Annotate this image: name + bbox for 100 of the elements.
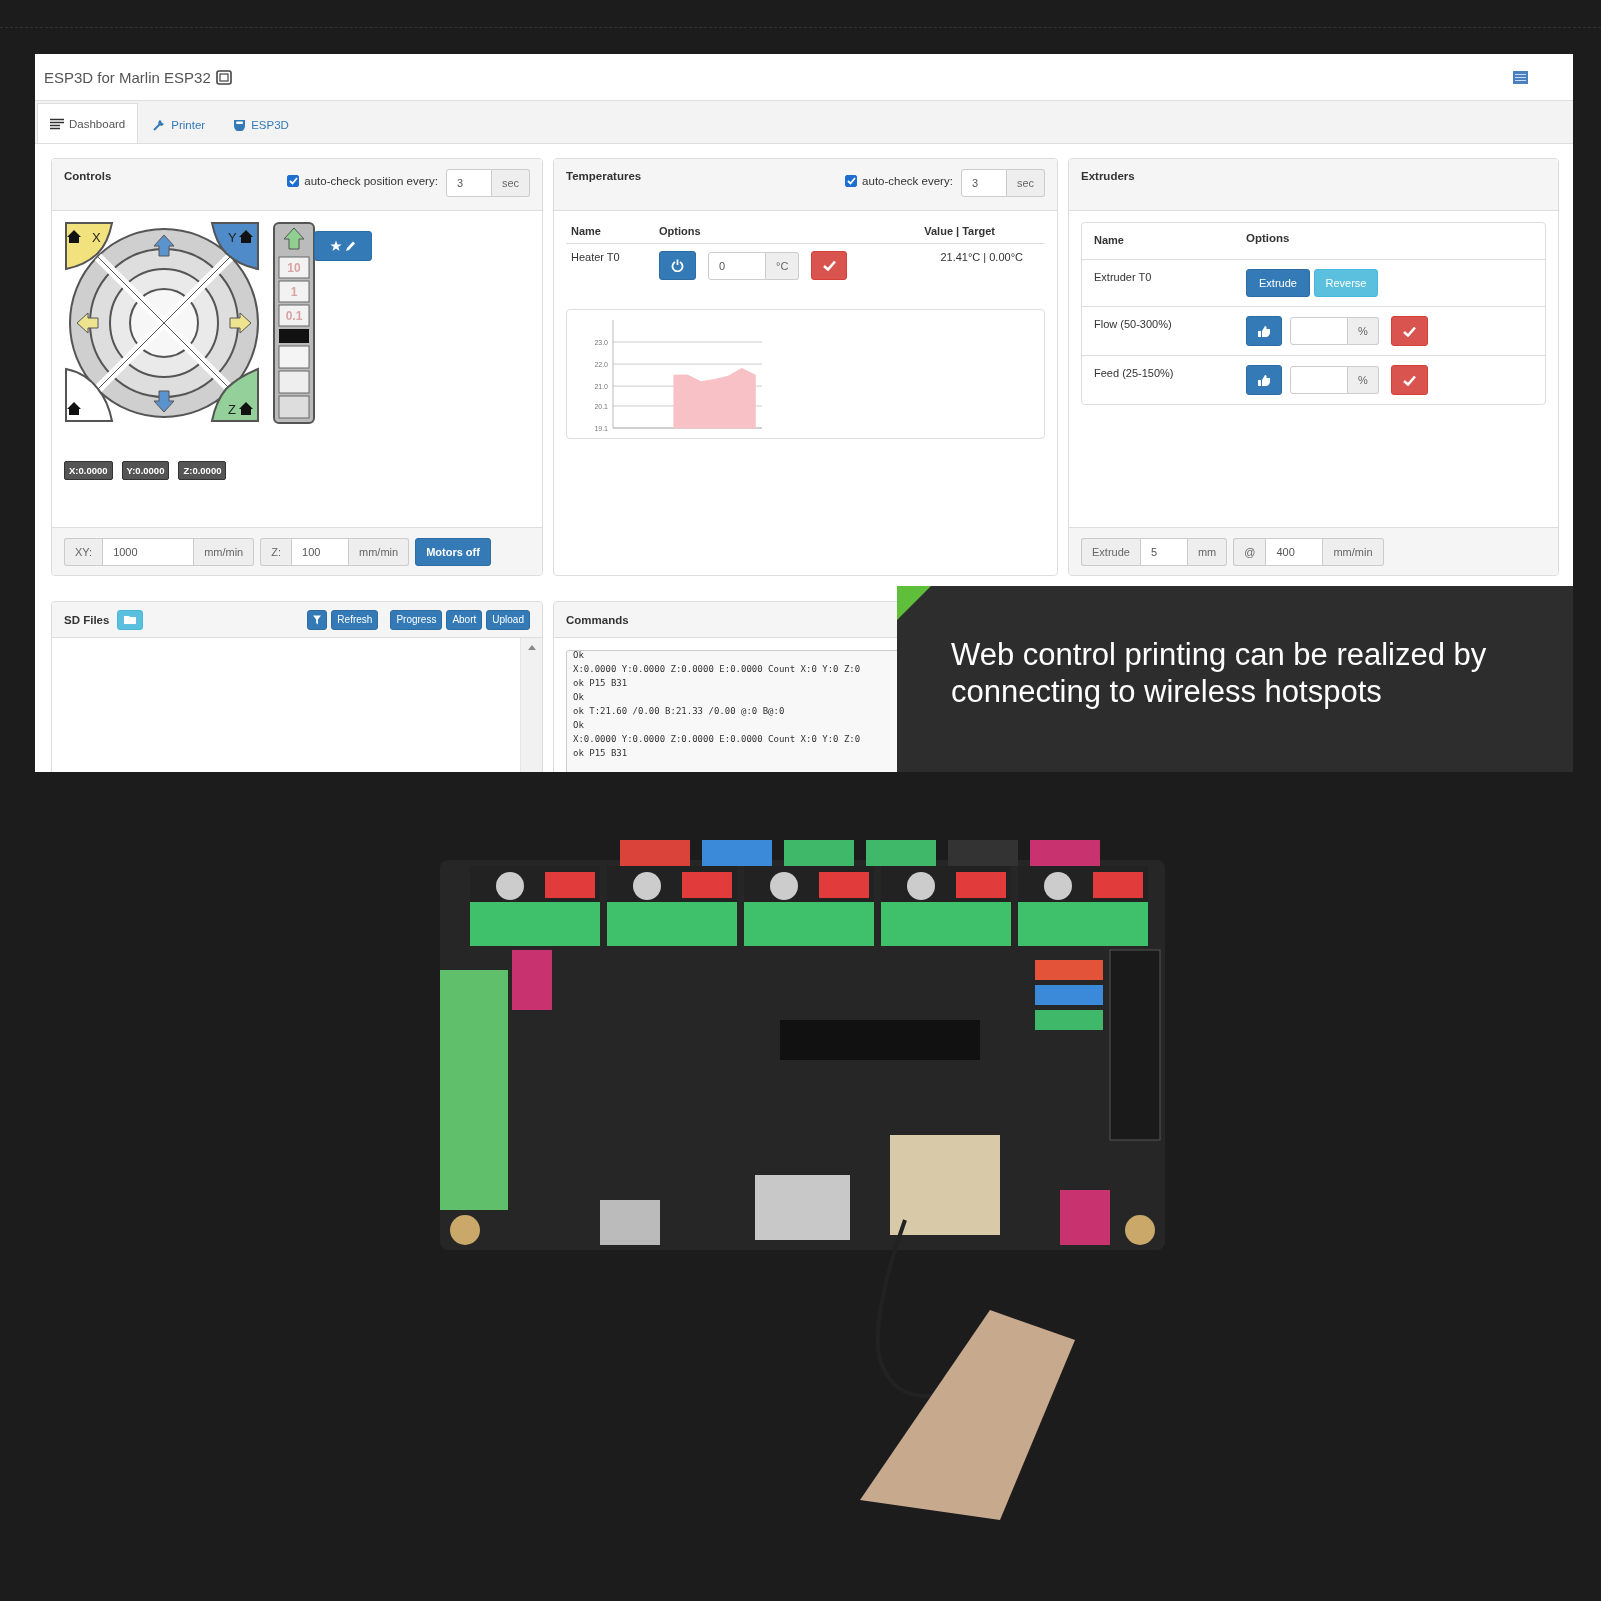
unit-label: mm bbox=[1187, 537, 1228, 566]
checkbox-label: auto-check position every: bbox=[304, 175, 438, 187]
axis-label: Z: bbox=[260, 537, 291, 566]
column-header: Options bbox=[654, 225, 894, 244]
target-temperature-input[interactable]: 0 bbox=[708, 251, 766, 280]
star-icon bbox=[330, 240, 342, 252]
unit-label: sec bbox=[1006, 169, 1045, 197]
thumbs-up-icon bbox=[1257, 324, 1271, 338]
row-label: Flow (50-300%) bbox=[1094, 317, 1173, 332]
power-button[interactable] bbox=[659, 251, 696, 280]
z-step-button[interactable] bbox=[278, 345, 310, 369]
unit-label: mm/min bbox=[194, 537, 255, 566]
check-icon bbox=[1402, 374, 1416, 386]
arrow-icon[interactable] bbox=[76, 312, 99, 334]
panel-title: SD Files bbox=[64, 614, 110, 626]
sd-action-button[interactable]: Refresh bbox=[331, 609, 379, 630]
power-icon bbox=[671, 259, 684, 272]
home-button[interactable]: Y bbox=[211, 222, 259, 270]
scroll-up-icon[interactable] bbox=[527, 645, 536, 650]
caption-text: Web control printing can be realized by connecting to wireless hotspots bbox=[951, 636, 1488, 710]
sd-action-button[interactable]: Progress bbox=[390, 609, 443, 630]
apply-button[interactable] bbox=[1390, 365, 1428, 395]
feedrate-input[interactable]: 100 bbox=[291, 537, 349, 566]
position-label: Z:0.0000 bbox=[178, 461, 227, 480]
panel-title: Controls bbox=[64, 170, 112, 182]
filter-button[interactable] bbox=[307, 609, 328, 630]
position-label: Y:0.0000 bbox=[121, 461, 170, 480]
tab[interactable]: Printer bbox=[140, 105, 219, 143]
row-label: Feed (25-150%) bbox=[1094, 366, 1175, 381]
at-label: @ bbox=[1233, 537, 1266, 566]
checkbox[interactable] bbox=[287, 175, 300, 187]
column-header: Value | Target bbox=[893, 225, 1045, 244]
unit-label: % bbox=[1348, 366, 1379, 394]
unit-label: sec bbox=[491, 169, 530, 197]
log-line: Ok bbox=[573, 719, 585, 732]
arrow-icon[interactable] bbox=[229, 312, 252, 334]
check-icon bbox=[822, 260, 836, 271]
macro-button[interactable] bbox=[314, 231, 372, 261]
device-icon bbox=[233, 118, 247, 131]
column-header: Name bbox=[1094, 233, 1125, 248]
home-button[interactable]: X bbox=[65, 222, 113, 270]
corner-accent bbox=[897, 586, 931, 620]
axis-label: XY: bbox=[64, 537, 103, 566]
sd-action-button[interactable]: Upload bbox=[486, 609, 530, 630]
home-button[interactable] bbox=[65, 368, 113, 422]
sd-action-button[interactable]: Abort bbox=[446, 609, 483, 630]
unit-label: °C bbox=[766, 251, 800, 280]
column-header: Name bbox=[566, 225, 654, 244]
list-icon bbox=[50, 117, 64, 130]
percent-input[interactable] bbox=[1290, 317, 1348, 345]
app-title: ESP3D for Marlin ESP32 bbox=[44, 68, 211, 86]
filter-icon bbox=[313, 614, 322, 625]
unit-label: % bbox=[1348, 317, 1379, 345]
menu-icon[interactable] bbox=[1513, 70, 1528, 84]
heater-name: Heater T0 bbox=[566, 243, 654, 287]
log-line: ok P15 B31 bbox=[573, 677, 629, 690]
apply-button[interactable] bbox=[1390, 316, 1428, 346]
folder-icon bbox=[124, 615, 137, 624]
checkbox[interactable] bbox=[845, 175, 858, 187]
extrude-label: Extrude bbox=[1081, 537, 1140, 566]
log-line: Ok bbox=[573, 691, 585, 704]
tab[interactable]: ESP3D bbox=[220, 105, 302, 143]
z-step-button[interactable] bbox=[278, 395, 310, 419]
reset-button[interactable] bbox=[1246, 316, 1282, 346]
wrench-icon bbox=[153, 118, 167, 131]
interval-input[interactable]: 3 bbox=[960, 169, 1007, 197]
feedrate-input[interactable]: 1000 bbox=[102, 537, 195, 566]
interval-input[interactable]: 3 bbox=[445, 169, 492, 197]
reset-button[interactable] bbox=[1246, 365, 1282, 395]
panel-title: Commands bbox=[566, 614, 629, 626]
row-label: Extruder T0 bbox=[1094, 270, 1153, 285]
home-button[interactable]: Z bbox=[211, 368, 259, 422]
unit-label: mm/min bbox=[1323, 537, 1384, 566]
set-temperature-button[interactable] bbox=[811, 251, 848, 280]
log-line: ok T:21.60 /0.00 B:21.33 /0.00 @:0 B@:0 bbox=[573, 705, 786, 718]
extruder-action-button[interactable]: Extrude bbox=[1246, 269, 1310, 297]
z-step-button[interactable] bbox=[278, 370, 310, 394]
thumbs-up-icon bbox=[1257, 373, 1271, 387]
pencil-icon bbox=[345, 240, 356, 252]
tab[interactable]: Dashboard bbox=[37, 103, 139, 143]
speed-input[interactable]: 400 bbox=[1265, 537, 1324, 566]
check-icon bbox=[1402, 325, 1416, 337]
log-line: X:0.0000 Y:0.0000 Z:0.0000 E:0.0000 Count X:0 Y:0 Z:0 bbox=[573, 733, 862, 746]
log-line: ok P15 B31 bbox=[573, 747, 629, 760]
position-label: X:0.0000 bbox=[64, 461, 113, 480]
panel-title: Temperatures bbox=[566, 170, 642, 182]
arrow-icon[interactable] bbox=[283, 227, 305, 250]
log-line: X:0.0000 Y:0.0000 Z:0.0000 E:0.0000 Count X:0 Y:0 Z:0 bbox=[573, 663, 862, 676]
panel-title: Extruders bbox=[1081, 170, 1135, 182]
percent-input[interactable] bbox=[1290, 366, 1348, 394]
arrow-icon[interactable] bbox=[153, 234, 175, 257]
log-line: Ok bbox=[573, 651, 585, 662]
unit-label: mm/min bbox=[349, 537, 410, 566]
arrow-icon[interactable] bbox=[153, 390, 175, 413]
checkbox-label: auto-check every: bbox=[862, 175, 953, 187]
temperature-reading: 21.41°C | 0.00°C bbox=[893, 243, 1045, 287]
motors-off-button[interactable]: Motors off bbox=[415, 537, 491, 566]
length-input[interactable]: 5 bbox=[1139, 537, 1188, 566]
column-header: Options bbox=[1246, 232, 1290, 246]
chip-icon bbox=[215, 69, 232, 85]
